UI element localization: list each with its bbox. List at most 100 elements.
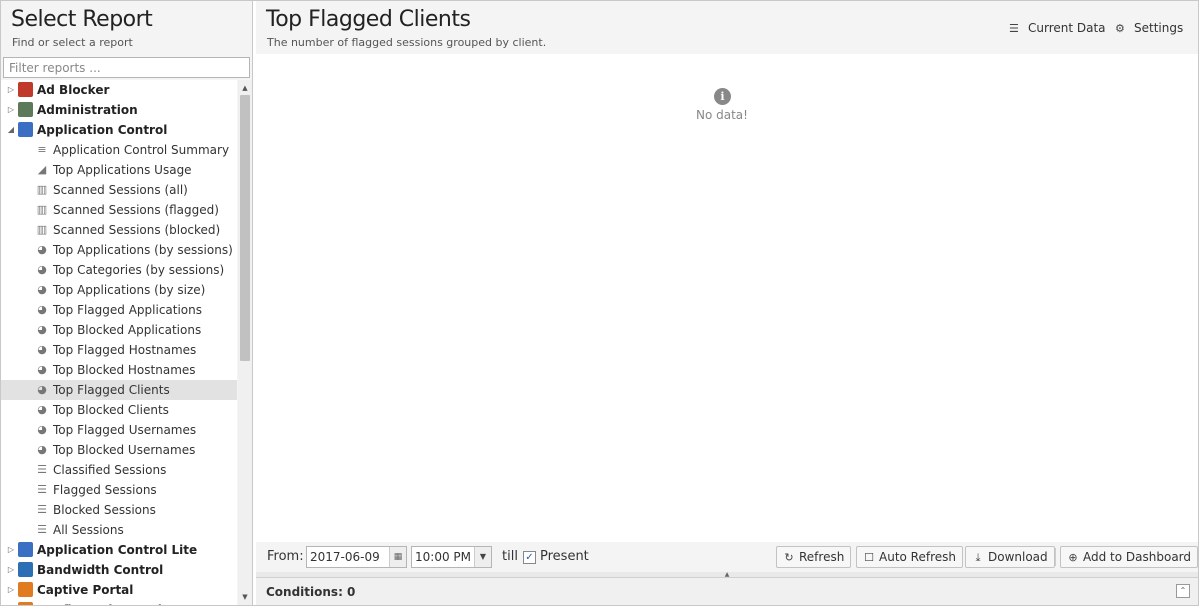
list-icon: ☰ bbox=[37, 483, 47, 496]
bar-chart-icon: ▥ bbox=[36, 203, 48, 216]
tree-report-label: Top Flagged Clients bbox=[53, 383, 170, 397]
pie-chart-icon: ◕ bbox=[37, 323, 47, 336]
pie-chart-icon: ◕ bbox=[37, 423, 47, 436]
pie-chart-icon: ◕ bbox=[37, 363, 47, 376]
tree-report-item[interactable]: ▥ Scanned Sessions (blocked) bbox=[1, 220, 237, 240]
tree-report-item[interactable]: ◕ Top Blocked Applications bbox=[1, 320, 237, 340]
tree-report-item[interactable]: ◕ Top Flagged Hostnames bbox=[1, 340, 237, 360]
collapsed-arrow-icon[interactable]: ▷ bbox=[6, 540, 16, 560]
tree-report-item[interactable]: ☰ Flagged Sessions bbox=[1, 480, 237, 500]
present-label[interactable]: Present bbox=[540, 549, 589, 564]
calendar-icon[interactable]: ▦ bbox=[389, 547, 406, 567]
tree-report-label: Flagged Sessions bbox=[53, 483, 157, 497]
tree-report-item[interactable]: ☰ All Sessions bbox=[1, 520, 237, 540]
tree-report-label: Top Flagged Hostnames bbox=[53, 343, 197, 357]
tree-report-item[interactable]: ◕ Top Flagged Usernames bbox=[1, 420, 237, 440]
collapsed-arrow-icon[interactable]: ▷ bbox=[6, 600, 16, 605]
tree-category[interactable]: ▷ Captive Portal bbox=[1, 580, 237, 600]
tree-report-label: Top Flagged Usernames bbox=[53, 423, 197, 437]
tree-category[interactable]: ▷ Bandwidth Control bbox=[1, 560, 237, 580]
tree-report-label: Scanned Sessions (blocked) bbox=[53, 223, 221, 237]
select-report-subtitle: Find or select a report bbox=[12, 36, 133, 49]
from-label: From: bbox=[267, 549, 304, 564]
tree-scrollbar[interactable]: ▲ ▼ bbox=[238, 80, 252, 605]
tree-report-item[interactable]: ☰ Classified Sessions bbox=[1, 460, 237, 480]
scrollbar-thumb[interactable] bbox=[240, 95, 250, 361]
tree-report-item[interactable]: ◕ Top Blocked Hostnames bbox=[1, 360, 237, 380]
tree-report-item[interactable]: ◕ Top Flagged Clients bbox=[1, 380, 237, 400]
current-data-button[interactable]: ☰ Current Data bbox=[1009, 20, 1106, 36]
tree-report-label: Top Blocked Applications bbox=[53, 323, 202, 337]
report-tree: ▷ Ad Blocker ▷ Administration ◢ Application C… bbox=[1, 80, 237, 605]
report-description: The number of flagged sessions grouped b… bbox=[267, 36, 547, 49]
tree-category-label: Application Control bbox=[37, 123, 168, 137]
scroll-down-icon[interactable]: ▼ bbox=[238, 591, 252, 603]
auto-refresh-button[interactable]: ☐ Auto Refresh bbox=[856, 546, 963, 568]
tree-category[interactable]: ◢ Application Control bbox=[1, 120, 237, 140]
tree-report-item[interactable]: ◢ Top Applications Usage bbox=[1, 160, 237, 180]
tree-report-label: Top Blocked Usernames bbox=[53, 443, 196, 457]
tree-report-label: Top Blocked Clients bbox=[53, 403, 169, 417]
tree-report-item[interactable]: ▥ Scanned Sessions (all) bbox=[1, 180, 237, 200]
tree-report-item[interactable]: ≡ Application Control Summary bbox=[1, 140, 237, 160]
tree-report-label: Scanned Sessions (all) bbox=[53, 183, 188, 197]
pie-chart-icon: ◕ bbox=[37, 283, 47, 296]
tree-category-label: Administration bbox=[37, 103, 138, 117]
list-icon: ☰ bbox=[1009, 22, 1019, 35]
tree-report-item[interactable]: ☰ Blocked Sessions bbox=[1, 500, 237, 520]
plus-circle-icon: ⊕ bbox=[1068, 551, 1078, 564]
pie-chart-icon: ◕ bbox=[37, 403, 47, 416]
conditions-bar[interactable]: Conditions: 0 ⌃ bbox=[256, 577, 1198, 605]
tree-category[interactable]: ▷ Ad Blocker bbox=[1, 80, 237, 100]
list-icon: ☰ bbox=[37, 523, 47, 536]
tree-report-item[interactable]: ◕ Top Flagged Applications bbox=[1, 300, 237, 320]
pie-chart-icon: ◕ bbox=[37, 243, 47, 256]
tree-report-label: Top Applications Usage bbox=[53, 163, 192, 177]
pie-chart-icon: ◕ bbox=[37, 443, 47, 456]
pie-chart-icon: ◕ bbox=[37, 343, 47, 356]
bandwidth-control-icon bbox=[18, 562, 33, 577]
tree-report-item[interactable]: ◕ Top Applications (by size) bbox=[1, 280, 237, 300]
tree-report-label: Top Applications (by sessions) bbox=[53, 243, 233, 257]
from-date-field[interactable]: 2017-06-09 ▦ bbox=[306, 546, 407, 568]
report-panel: Top Flagged Clients The number of flagge… bbox=[256, 1, 1199, 605]
tree-report-label: Top Categories (by sessions) bbox=[53, 263, 225, 277]
bar-chart-icon: ▥ bbox=[36, 183, 48, 196]
collapsed-arrow-icon[interactable]: ▷ bbox=[6, 80, 16, 100]
tree-category-label: Captive Portal bbox=[37, 583, 134, 597]
list-icon: ☰ bbox=[37, 503, 47, 516]
collapsed-arrow-icon[interactable]: ▷ bbox=[6, 580, 16, 600]
refresh-button[interactable]: ↻ Refresh bbox=[776, 546, 852, 568]
tree-report-label: Top Applications (by size) bbox=[53, 283, 206, 297]
select-report-panel: Select Report Find or select a report ▷ A… bbox=[1, 1, 253, 605]
scroll-up-icon[interactable]: ▲ bbox=[238, 82, 252, 94]
tree-category[interactable]: ▷ Configuration Backup bbox=[1, 600, 237, 605]
expanded-arrow-icon[interactable]: ◢ bbox=[6, 120, 16, 140]
tree-report-item[interactable]: ◕ Top Categories (by sessions) bbox=[1, 260, 237, 280]
tree-report-item[interactable]: ◕ Top Blocked Usernames bbox=[1, 440, 237, 460]
download-button[interactable]: ⤓ Download bbox=[965, 546, 1055, 568]
area-chart-icon: ◢ bbox=[37, 163, 47, 176]
tree-report-label: Application Control Summary bbox=[53, 143, 230, 157]
tree-report-label: Classified Sessions bbox=[53, 463, 167, 477]
tree-report-item[interactable]: ◕ Top Applications (by sessions) bbox=[1, 240, 237, 260]
tree-category[interactable]: ▷ Administration bbox=[1, 100, 237, 120]
from-time-field[interactable]: 10:00 PM ▼ bbox=[411, 546, 492, 568]
filter-reports-input[interactable] bbox=[3, 57, 250, 78]
collapsed-arrow-icon[interactable]: ▷ bbox=[6, 100, 16, 120]
pie-chart-icon: ◕ bbox=[37, 303, 47, 316]
expand-icon[interactable]: ⌃ bbox=[1176, 584, 1190, 598]
chevron-down-icon[interactable]: ▼ bbox=[474, 547, 491, 567]
present-checkbox[interactable]: ✓ bbox=[523, 551, 536, 564]
tree-report-item[interactable]: ◕ Top Blocked Clients bbox=[1, 400, 237, 420]
tree-report-item[interactable]: ▥ Scanned Sessions (flagged) bbox=[1, 200, 237, 220]
reports-window: Select Report Find or select a report ▷ A… bbox=[0, 0, 1199, 606]
report-toolbar: From: 2017-06-09 ▦ 10:00 PM ▼ till ✓ Pre… bbox=[256, 542, 1199, 572]
tree-category[interactable]: ▷ Application Control Lite bbox=[1, 540, 237, 560]
add-to-dashboard-button[interactable]: ⊕ Add to Dashboard bbox=[1060, 546, 1199, 568]
settings-button[interactable]: ⚙ Settings bbox=[1115, 20, 1183, 36]
application-control-icon bbox=[18, 122, 33, 137]
till-label: till bbox=[502, 549, 518, 564]
collapsed-arrow-icon[interactable]: ▷ bbox=[6, 560, 16, 580]
no-data-message: No data! bbox=[696, 108, 748, 122]
